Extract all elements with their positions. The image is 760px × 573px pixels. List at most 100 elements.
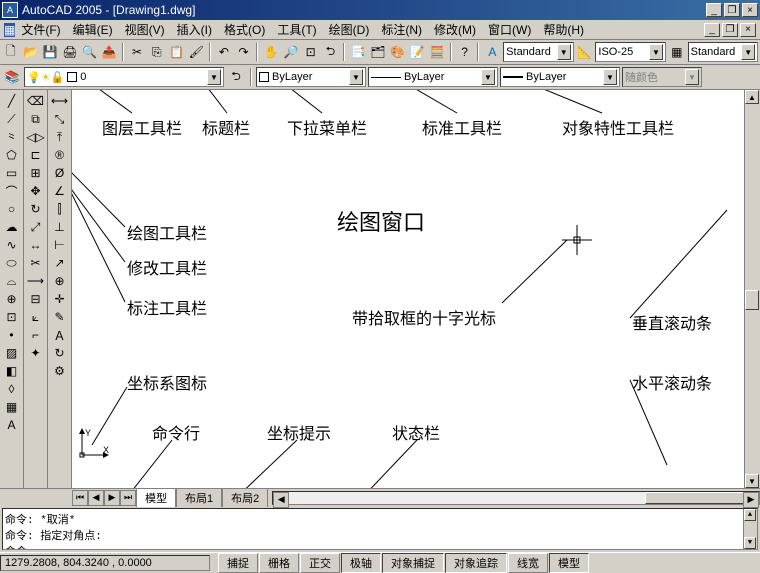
zoom-prev-icon[interactable]: ⮌: [322, 42, 340, 62]
tab-prev-icon[interactable]: ◀: [88, 490, 104, 506]
markup-icon[interactable]: 📝: [408, 42, 426, 62]
ellipsearc-icon[interactable]: ⌓: [2, 272, 22, 290]
break-icon[interactable]: ⊟: [26, 290, 46, 308]
qdim-icon[interactable]: ⫿: [50, 200, 70, 218]
status-lwt[interactable]: 线宽: [508, 553, 548, 573]
cut-icon[interactable]: ✂: [128, 42, 146, 62]
open-icon[interactable]: 📂: [22, 42, 40, 62]
dcenter-icon[interactable]: 🗂: [369, 42, 387, 62]
copy-obj-icon[interactable]: ⧉: [26, 110, 46, 128]
status-model[interactable]: 模型: [549, 553, 589, 573]
vertical-scrollbar[interactable]: ▲ ▼: [744, 90, 760, 488]
coordinate-display[interactable]: 1279.2808, 804.3240 , 0.0000: [0, 555, 210, 571]
tab-first-icon[interactable]: ⏮: [72, 490, 88, 506]
menu-tools[interactable]: 工具(T): [271, 19, 322, 40]
pline-icon[interactable]: ⺀: [2, 128, 22, 146]
cmd-scrollbar[interactable]: ▲ ▼: [743, 509, 757, 549]
paste-icon[interactable]: 📋: [168, 42, 186, 62]
toolpal-icon[interactable]: 🎨: [389, 42, 407, 62]
calc-icon[interactable]: 🧮: [428, 42, 446, 62]
properties-icon[interactable]: 📑: [349, 42, 367, 62]
insert-icon[interactable]: ⊕: [2, 290, 22, 308]
dimcenter-icon[interactable]: ✛: [50, 290, 70, 308]
status-osnap[interactable]: 对象捕捉: [382, 553, 444, 573]
spline-icon[interactable]: ∿: [2, 236, 22, 254]
copy-icon[interactable]: ⎘: [148, 42, 166, 62]
rectangle-icon[interactable]: ▭: [2, 164, 22, 182]
menu-insert[interactable]: 插入(I): [171, 19, 218, 40]
menu-window[interactable]: 窗口(W): [482, 19, 537, 40]
dimtedit-icon[interactable]: Ａ: [50, 326, 70, 344]
mtext-icon[interactable]: A: [2, 416, 22, 434]
stretch-icon[interactable]: ↔: [26, 236, 46, 254]
chevron-down-icon[interactable]: ▼: [649, 44, 663, 60]
scale-icon[interactable]: ⤢: [26, 218, 46, 236]
save-icon[interactable]: 💾: [41, 42, 59, 62]
textstyle-icon[interactable]: A: [483, 42, 501, 62]
region-icon[interactable]: ◊: [2, 380, 22, 398]
chevron-down-icon[interactable]: ▼: [207, 69, 221, 85]
redo-icon[interactable]: ↷: [235, 42, 253, 62]
chevron-down-icon[interactable]: ▼: [481, 69, 495, 85]
erase-icon[interactable]: ⌫: [26, 92, 46, 110]
color-combo[interactable]: ByLayer▼: [256, 67, 366, 87]
tablestyle-icon[interactable]: ▦: [668, 42, 686, 62]
hatch-icon[interactable]: ▨: [2, 344, 22, 362]
dimaligned-icon[interactable]: ⤡: [50, 110, 70, 128]
status-snap[interactable]: 捕捉: [218, 553, 258, 573]
dimradius-icon[interactable]: ®: [50, 146, 70, 164]
chevron-down-icon[interactable]: ▼: [741, 44, 755, 60]
status-grid[interactable]: 栅格: [259, 553, 299, 573]
dimlinear-icon[interactable]: ⟷: [50, 92, 70, 110]
layer-mgr-icon[interactable]: 📚: [2, 67, 22, 87]
status-otrack[interactable]: 对象追踪: [445, 553, 507, 573]
dimordinate-icon[interactable]: ⤒: [50, 128, 70, 146]
dimangular-icon[interactable]: ∠: [50, 182, 70, 200]
status-polar[interactable]: 极轴: [341, 553, 381, 573]
block-icon[interactable]: ⊡: [2, 308, 22, 326]
table-icon[interactable]: ▦: [2, 398, 22, 416]
dimstyle-icon[interactable]: 📐: [576, 42, 594, 62]
tab-last-icon[interactable]: ⏭: [120, 490, 136, 506]
preview-icon[interactable]: 🔍: [81, 42, 99, 62]
zoom-win-icon[interactable]: ⊡: [302, 42, 320, 62]
gradient-icon[interactable]: ◧: [2, 362, 22, 380]
menu-dim[interactable]: 标注(N): [375, 19, 428, 40]
line-icon[interactable]: ╱: [2, 92, 22, 110]
match-icon[interactable]: 🖌: [187, 42, 205, 62]
scroll-thumb[interactable]: [745, 290, 759, 310]
chevron-down-icon[interactable]: ▼: [349, 69, 363, 85]
chevron-down-icon[interactable]: ▼: [603, 69, 617, 85]
zoom-rt-icon[interactable]: 🔎: [282, 42, 300, 62]
pan-icon[interactable]: ✋: [262, 42, 280, 62]
trim-icon[interactable]: ✂: [26, 254, 46, 272]
dimupdate-icon[interactable]: ↻: [50, 344, 70, 362]
dimbaseline-icon[interactable]: ⊥: [50, 218, 70, 236]
scroll-down-icon[interactable]: ▼: [745, 474, 759, 488]
scroll-up-icon[interactable]: ▲: [745, 90, 759, 104]
command-window[interactable]: 命令: *取消* 命令: 指定对角点: 命令: ▲ ▼: [2, 508, 758, 550]
revcloud-icon[interactable]: ☁: [2, 218, 22, 236]
menu-view[interactable]: 视图(V): [119, 19, 171, 40]
help-icon[interactable]: ?: [456, 42, 474, 62]
ellipse-icon[interactable]: ⬭: [2, 254, 22, 272]
menu-format[interactable]: 格式(O): [218, 19, 271, 40]
linetype-combo[interactable]: ByLayer▼: [368, 67, 498, 87]
dimdiameter-icon[interactable]: Ø: [50, 164, 70, 182]
mirror-icon[interactable]: ◁▷: [26, 128, 46, 146]
menu-modify[interactable]: 修改(M): [428, 19, 482, 40]
extend-icon[interactable]: ⟶: [26, 272, 46, 290]
scroll-thumb-h[interactable]: [645, 492, 745, 504]
doc-close-button[interactable]: ×: [740, 23, 756, 37]
drawing-canvas[interactable]: 图层工具栏 标题栏 下拉菜单栏 标准工具栏 对象特性工具栏 绘图工具栏 修改工具…: [72, 90, 744, 488]
chevron-down-icon[interactable]: ▼: [557, 44, 571, 60]
status-ortho[interactable]: 正交: [300, 553, 340, 573]
explode-icon[interactable]: ✦: [26, 344, 46, 362]
horizontal-scrollbar[interactable]: ◀ ▶: [272, 491, 760, 505]
polygon-icon[interactable]: ⬠: [2, 146, 22, 164]
layer-prev-icon[interactable]: ⮌: [226, 67, 246, 87]
qleader-icon[interactable]: ↗: [50, 254, 70, 272]
close-button[interactable]: ×: [742, 3, 758, 17]
xline-icon[interactable]: ⟋: [2, 110, 22, 128]
new-icon[interactable]: 🗋: [2, 42, 20, 62]
